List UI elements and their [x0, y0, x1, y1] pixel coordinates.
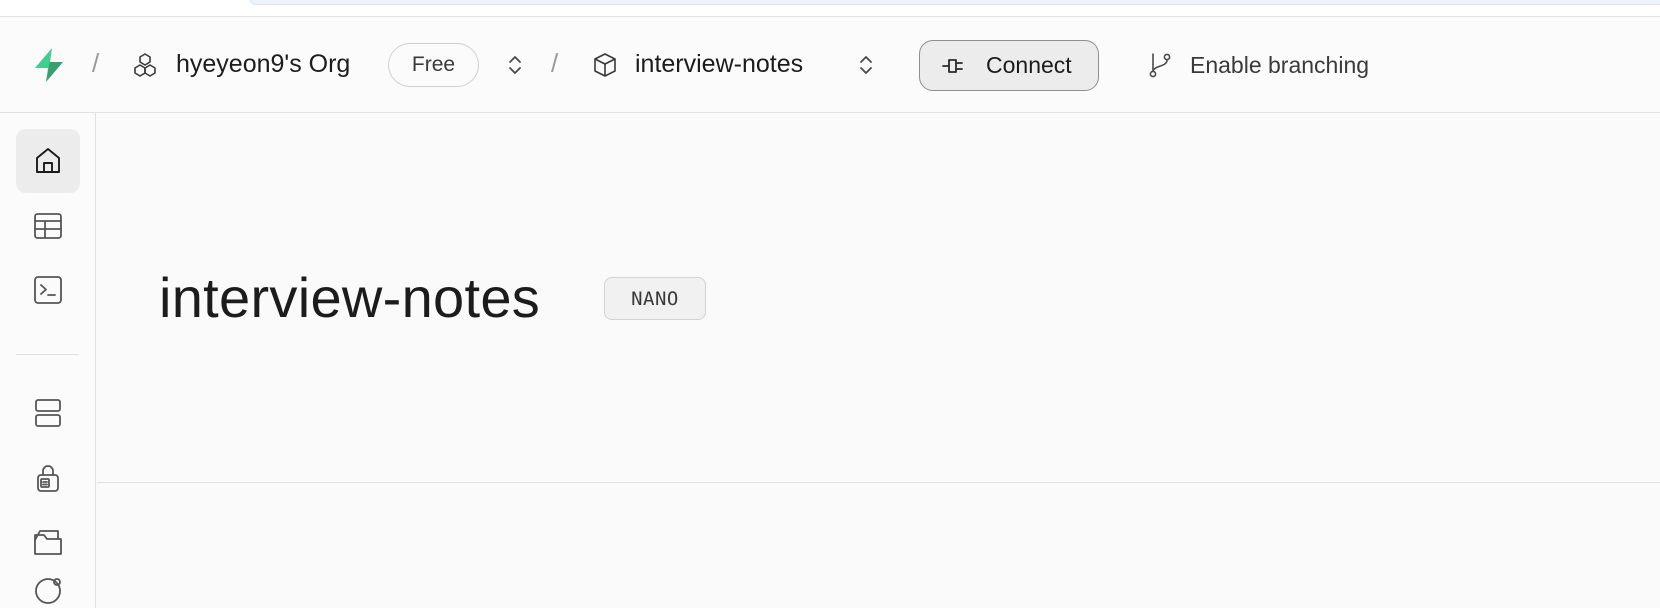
- browser-address-bar-edge: [250, 0, 1660, 5]
- project-name[interactable]: interview-notes: [635, 50, 803, 79]
- realtime-icon: [32, 575, 64, 607]
- breadcrumb-separator: /: [92, 48, 100, 78]
- plug-icon: [942, 56, 986, 76]
- sidebar-item-storage[interactable]: [16, 511, 80, 575]
- organization-switcher-chevron-icon[interactable]: [503, 51, 527, 79]
- page-title: interview-notes: [159, 266, 541, 329]
- home-icon: [32, 145, 64, 177]
- table-editor-icon: [32, 210, 64, 242]
- sidebar-item-sql-editor[interactable]: [16, 258, 80, 322]
- database-icon: [32, 397, 64, 429]
- sidebar: [0, 113, 96, 608]
- git-branch-icon[interactable]: [1147, 51, 1173, 79]
- project-switcher-chevron-icon[interactable]: [854, 51, 878, 79]
- main-content: interview-notes NANO: [97, 113, 1660, 608]
- authentication-icon: [32, 462, 64, 494]
- sidebar-item-table-editor[interactable]: [16, 194, 80, 258]
- organization-icon: [131, 51, 159, 79]
- sidebar-item-home[interactable]: [16, 129, 80, 193]
- plan-badge: Free: [388, 43, 479, 87]
- sidebar-item-authentication[interactable]: [16, 446, 80, 510]
- compute-size-badge: NANO: [604, 277, 706, 320]
- section-divider: [97, 482, 1660, 483]
- connect-button-label: Connect: [986, 52, 1072, 78]
- top-navigation-bar: / hyeyeon9's Org Free / interview-notes: [0, 17, 1660, 113]
- sidebar-item-database[interactable]: [16, 381, 80, 445]
- sql-editor-icon: [32, 274, 64, 306]
- organization-name[interactable]: hyeyeon9's Org: [176, 50, 350, 79]
- supabase-logo-icon[interactable]: [29, 45, 69, 85]
- sidebar-divider: [16, 354, 78, 355]
- project-box-icon: [592, 51, 618, 79]
- breadcrumb-separator: /: [551, 48, 559, 78]
- enable-branching-button[interactable]: Enable branching: [1190, 52, 1369, 79]
- connect-button[interactable]: Connect: [919, 40, 1099, 91]
- sidebar-item-realtime[interactable]: [16, 569, 80, 608]
- storage-icon: [32, 527, 64, 559]
